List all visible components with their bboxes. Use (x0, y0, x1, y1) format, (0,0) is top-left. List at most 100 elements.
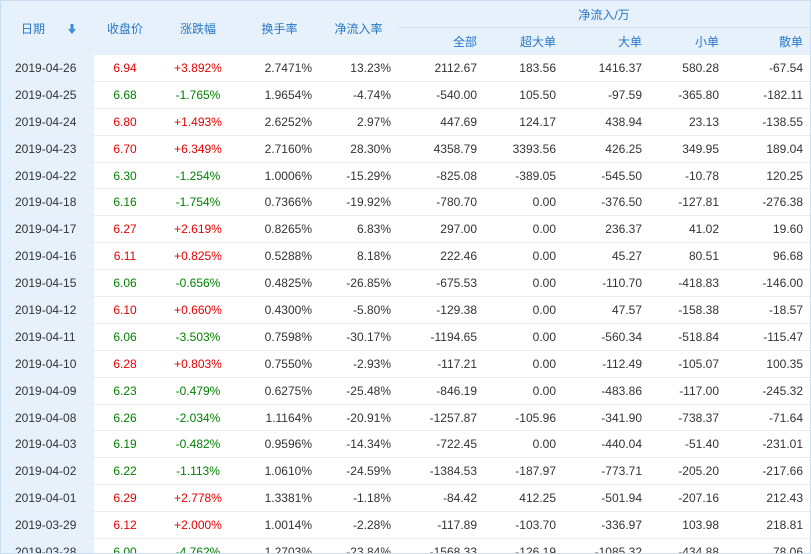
turnover-cell: 2.7160% (240, 135, 319, 163)
net-all-cell: -722.45 (398, 430, 484, 459)
turnover-cell: 0.8265% (240, 215, 319, 244)
table-row[interactable]: 2019-04-02 6.22 -1.113% 1.0610% -24.59% -1384… (1, 457, 810, 486)
net-small-cell: -158.38 (649, 296, 726, 324)
table-row[interactable]: 2019-04-11 6.06 -3.503% 0.7598% -30.17% -1194… (1, 323, 810, 351)
net-super-large-cell: 3393.56 (484, 135, 563, 163)
net-small-cell: 80.51 (649, 242, 726, 271)
net-all-cell: -1257.87 (398, 404, 484, 432)
net-rate-cell: -2.93% (319, 350, 398, 378)
net-small-cell: 349.95 (649, 135, 726, 163)
table-row[interactable]: 2019-04-10 6.28 +0.803% 0.7550% -2.93% -117.2… (1, 350, 810, 378)
net-all-cell: -84.42 (398, 484, 484, 513)
net-large-header[interactable]: 大单 (563, 27, 649, 55)
net-retail-header[interactable]: 散单 (726, 27, 810, 55)
change-pct-header[interactable]: 涨跌幅 (156, 1, 240, 55)
net-small-cell: -51.40 (649, 430, 726, 459)
net-super-large-cell: 183.56 (484, 55, 563, 82)
table-row[interactable]: 2019-04-03 6.19 -0.482% 0.9596% -14.34% -722.… (1, 430, 810, 459)
turnover-cell: 1.0014% (240, 511, 319, 540)
table-row[interactable]: 2019-04-08 6.26 -2.034% 1.1164% -20.91% -1257… (1, 404, 810, 432)
net-all-header[interactable]: 全部 (398, 27, 484, 55)
date-cell: 2019-04-23 (1, 135, 94, 163)
net-large-cell: 236.37 (563, 215, 649, 244)
net-small-cell: -10.78 (649, 162, 726, 190)
table-row[interactable]: 2019-04-16 6.11 +0.825% 0.5288% 8.18% 222.46 0… (1, 242, 810, 271)
date-header-label: 日期 (21, 21, 46, 36)
net-small-cell: -738.37 (649, 404, 726, 432)
net-super-large-cell: -105.96 (484, 404, 563, 432)
change-cell: +2.000% (156, 511, 240, 540)
date-cell: 2019-04-08 (1, 404, 94, 432)
date-cell: 2019-04-03 (1, 430, 94, 459)
net-rate-cell: -20.91% (319, 404, 398, 432)
net-super-large-cell: -389.05 (484, 162, 563, 190)
change-cell: -0.482% (156, 430, 240, 459)
table-row[interactable]: 2019-04-15 6.06 -0.656% 0.4825% -26.85% -675.… (1, 269, 810, 298)
close-cell: 6.30 (94, 162, 156, 190)
net-large-cell: -112.49 (563, 350, 649, 378)
net-all-cell: -117.21 (398, 350, 484, 378)
date-header[interactable]: 日期 (1, 1, 94, 55)
net-retail-cell: 96.68 (726, 242, 810, 271)
net-small-header[interactable]: 小单 (649, 27, 726, 55)
change-cell: -2.034% (156, 404, 240, 432)
turnover-cell: 2.7471% (240, 55, 319, 82)
net-retail-cell: 100.35 (726, 350, 810, 378)
net-small-cell: -418.83 (649, 269, 726, 298)
net-large-cell: -376.50 (563, 188, 649, 217)
table-row[interactable]: 2019-04-23 6.70 +6.349% 2.7160% 28.30% 4358.7… (1, 135, 810, 163)
net-retail-cell: -182.11 (726, 81, 810, 109)
net-all-cell: -1568.33 (398, 538, 484, 553)
date-cell: 2019-04-25 (1, 81, 94, 109)
date-cell: 2019-04-02 (1, 457, 94, 486)
net-rate-cell: -24.59% (319, 457, 398, 486)
date-cell: 2019-04-18 (1, 188, 94, 217)
table-row[interactable]: 2019-03-29 6.12 +2.000% 1.0014% -2.28% -117.8… (1, 511, 810, 540)
net-small-cell: -365.80 (649, 81, 726, 109)
change-cell: +6.349% (156, 135, 240, 163)
table-row[interactable]: 2019-04-22 6.30 -1.254% 1.0006% -15.29% -825.… (1, 162, 810, 190)
turnover-cell: 0.7598% (240, 323, 319, 351)
net-large-cell: -1085.32 (563, 538, 649, 553)
net-retail-cell: 120.25 (726, 162, 810, 190)
date-cell: 2019-04-22 (1, 162, 94, 190)
net-large-cell: 438.94 (563, 108, 649, 136)
close-cell: 6.23 (94, 377, 156, 405)
net-rate-header[interactable]: 净流入率 (319, 1, 398, 55)
date-cell: 2019-04-24 (1, 108, 94, 136)
change-cell: +0.660% (156, 296, 240, 324)
table-row[interactable]: 2019-04-25 6.68 -1.765% 1.9654% -4.74% -540.0… (1, 81, 810, 109)
net-all-cell: 4358.79 (398, 135, 484, 163)
table-row[interactable]: 2019-04-09 6.23 -0.479% 0.6275% -25.48% -846.… (1, 377, 810, 405)
turnover-cell: 1.0006% (240, 162, 319, 190)
net-all-cell: -846.19 (398, 377, 484, 405)
net-rate-cell: 28.30% (319, 135, 398, 163)
net-super-large-header[interactable]: 超大单 (484, 27, 563, 55)
table-row[interactable]: 2019-04-17 6.27 +2.619% 0.8265% 6.83% 297.00 0… (1, 215, 810, 244)
table-row[interactable]: 2019-04-18 6.16 -1.754% 0.7366% -19.92% -780.… (1, 188, 810, 217)
turnover-header[interactable]: 换手率 (240, 1, 319, 55)
net-large-cell: 1416.37 (563, 55, 649, 82)
close-price-header[interactable]: 收盘价 (94, 1, 156, 55)
close-cell: 6.00 (94, 538, 156, 553)
close-cell: 6.06 (94, 269, 156, 298)
table-row[interactable]: 2019-04-12 6.10 +0.660% 0.4300% -5.80% -129.3… (1, 296, 810, 324)
table-row[interactable]: 2019-03-28 6.00 -4.762% 1.2703% -23.84% -1568… (1, 538, 810, 553)
net-large-cell: -440.04 (563, 430, 649, 459)
net-large-cell: -341.90 (563, 404, 649, 432)
table-body: 2019-04-26 6.94 +3.892% 2.7471% 13.23% 2112.6… (1, 55, 810, 553)
date-cell: 2019-03-28 (1, 538, 94, 553)
table-row[interactable]: 2019-04-01 6.29 +2.778% 1.3381% -1.18% -84.42… (1, 484, 810, 513)
net-retail-cell: 212.43 (726, 484, 810, 513)
net-rate-cell: -30.17% (319, 323, 398, 351)
net-retail-cell: 19.60 (726, 215, 810, 244)
table-row[interactable]: 2019-04-26 6.94 +3.892% 2.7471% 13.23% 2112.6… (1, 55, 810, 82)
close-cell: 6.29 (94, 484, 156, 513)
turnover-cell: 1.0610% (240, 457, 319, 486)
table-row[interactable]: 2019-04-24 6.80 +1.493% 2.6252% 2.97% 447.69 1… (1, 108, 810, 136)
net-all-cell: -1384.53 (398, 457, 484, 486)
fund-flow-table: 日期 收盘价 涨跌幅 换手率 净流入率 净流入/万 全部 超大单 大单 小单 散… (1, 1, 810, 553)
arrow-down-icon[interactable] (66, 23, 78, 35)
net-retail-cell: -115.47 (726, 323, 810, 351)
net-small-cell: -207.16 (649, 484, 726, 513)
